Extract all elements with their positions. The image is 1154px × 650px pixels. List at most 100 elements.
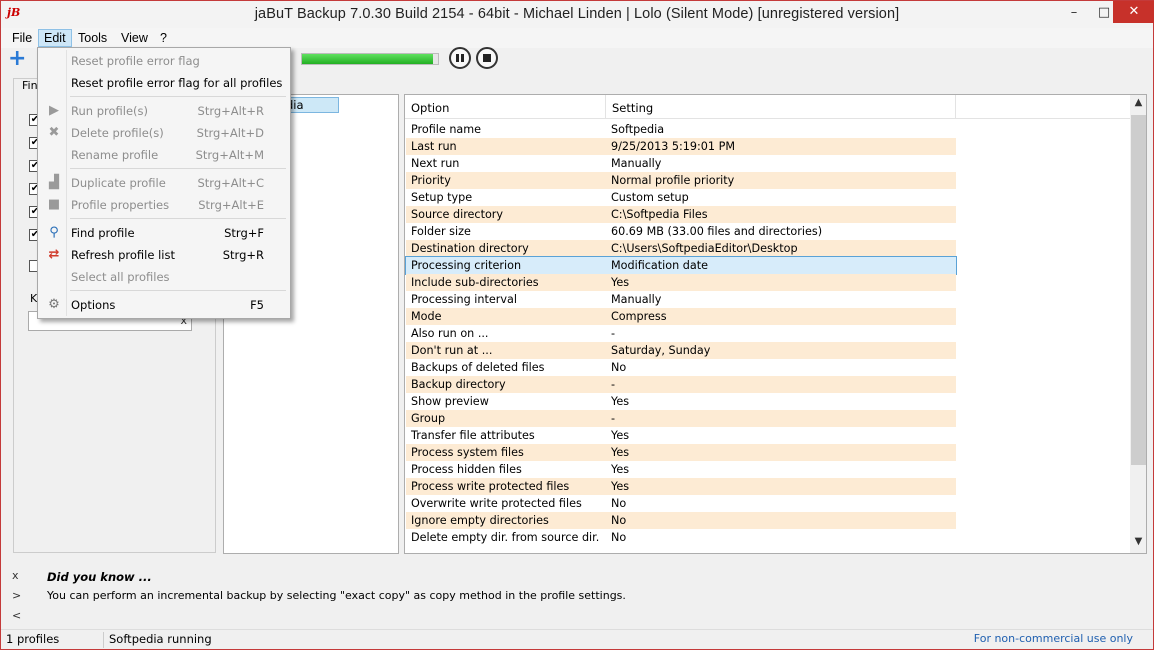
table-row[interactable]: Setup type Custom setup <box>406 189 956 206</box>
tip-title: Did you know ... <box>47 570 152 584</box>
menu-item-shortcut: Strg+Alt+R <box>197 104 264 118</box>
scrollbar-thumb[interactable] <box>1131 115 1146 465</box>
menu-item-label: Select all profiles <box>71 270 170 284</box>
table-row[interactable]: Show preview Yes <box>406 393 956 410</box>
table-row[interactable]: Mode Compress <box>406 308 956 325</box>
previous-tip-button[interactable]: < <box>12 609 21 622</box>
menu-item-shortcut: Strg+R <box>222 248 264 262</box>
column-header-option[interactable]: Option <box>405 95 606 119</box>
table-row[interactable]: Processing interval Manually <box>406 291 956 308</box>
settings-table: Option Setting Profile name Softpedia Last… <box>404 94 1147 554</box>
setting-cell: Yes <box>611 463 630 476</box>
tips-panel: x > < Did you know ... You can perform a… <box>1 563 1153 628</box>
option-cell: Overwrite write protected files <box>411 497 582 510</box>
menu-bar: File Edit Tools View ? <box>1 28 1153 48</box>
column-header-setting[interactable]: Setting <box>606 95 956 119</box>
setting-cell: Compress <box>611 310 667 323</box>
menu-item-shortcut: Strg+Alt+E <box>198 198 264 212</box>
close-tip-button[interactable]: x <box>12 569 19 582</box>
option-cell: Folder size <box>411 225 471 238</box>
menu-item-reset-error-flag-all[interactable]: Reset profile error flag for all profile… <box>40 72 288 94</box>
add-profile-icon[interactable]: + <box>8 48 26 70</box>
menu-file[interactable]: File <box>7 29 37 47</box>
table-row[interactable]: Next run Manually <box>406 155 956 172</box>
setting-cell: No <box>611 514 627 527</box>
table-row[interactable]: Also run on ... - <box>406 325 956 342</box>
menu-view[interactable]: View <box>116 29 153 47</box>
menu-item-rename-profile[interactable]: Rename profile Strg+Alt+M <box>40 144 288 166</box>
tip-text: You can perform an incremental backup by… <box>47 589 626 602</box>
stop-button[interactable] <box>476 47 498 69</box>
setting-cell: Yes <box>611 480 630 493</box>
magnifier-icon: ⚲ <box>49 225 59 240</box>
option-cell: Backups of deleted files <box>411 361 545 374</box>
option-cell: Last run <box>411 140 457 153</box>
setting-cell: Modification date <box>611 259 708 272</box>
status-running: Softpedia running <box>109 632 212 646</box>
menu-help[interactable]: ? <box>155 29 172 47</box>
delete-icon: ✖ <box>48 125 60 140</box>
table-row[interactable]: Delete empty dir. from source dir. No <box>406 529 956 546</box>
menu-item-label: Refresh profile list <box>71 248 175 262</box>
title-bar[interactable]: jB jaBuT Backup 7.0.30 Build 2154 - 64bi… <box>1 1 1154 28</box>
table-row[interactable]: Group - <box>406 410 956 427</box>
setting-cell: Custom setup <box>611 191 689 204</box>
menu-item-duplicate-profile[interactable]: ▟ Duplicate profile Strg+Alt+C <box>40 172 288 194</box>
menu-item-label: Rename profile <box>71 148 159 162</box>
setting-cell: No <box>611 361 627 374</box>
menu-item-label: Reset profile error flag for all profile… <box>71 76 283 90</box>
minimize-button[interactable]: – <box>1059 1 1089 25</box>
menu-item-options[interactable]: ⚙ Options F5 <box>40 294 288 316</box>
menu-item-delete-profiles[interactable]: ✖ Delete profile(s) Strg+Alt+D <box>40 122 288 144</box>
table-row[interactable]: Process write protected files Yes <box>406 478 956 495</box>
menu-tools[interactable]: Tools <box>73 29 112 47</box>
menu-item-label: Profile properties <box>71 198 170 212</box>
table-row[interactable]: Processing criterion Modification date <box>405 256 957 275</box>
menu-item-shortcut: Strg+Alt+M <box>195 148 264 162</box>
setting-cell: Yes <box>611 429 630 442</box>
next-tip-button[interactable]: > <box>12 589 21 602</box>
option-cell: Profile name <box>411 123 482 136</box>
close-button[interactable]: ✕ <box>1113 1 1154 23</box>
option-cell: Also run on ... <box>411 327 489 340</box>
table-row[interactable]: Backups of deleted files No <box>406 359 956 376</box>
menu-item-select-all-profiles[interactable]: Select all profiles <box>40 266 288 288</box>
scroll-down-icon[interactable]: ▼ <box>1130 536 1146 550</box>
menu-item-shortcut: Strg+F <box>224 226 264 240</box>
table-row[interactable]: Last run 9/25/2013 5:19:01 PM <box>406 138 956 155</box>
settings-rows: Profile name Softpedia Last run 9/25/2013 5… <box>405 121 957 546</box>
table-row[interactable]: Include sub-directories Yes <box>406 274 956 291</box>
license-link[interactable]: For non-commercial use only <box>974 632 1133 645</box>
menu-item-profile-properties[interactable]: ■ Profile properties Strg+Alt+E <box>40 194 288 216</box>
table-row[interactable]: Process hidden files Yes <box>406 461 956 478</box>
table-row[interactable]: Profile name Softpedia <box>406 121 956 138</box>
option-cell: Next run <box>411 157 460 170</box>
table-row[interactable]: Backup directory - <box>406 376 956 393</box>
table-row[interactable]: Don't run at ... Saturday, Sunday <box>406 342 956 359</box>
table-row[interactable]: Priority Normal profile priority <box>406 172 956 189</box>
option-cell: Processing interval <box>411 293 517 306</box>
menu-item-refresh-profile-list[interactable]: ⇄ Refresh profile list Strg+R <box>40 244 288 266</box>
gear-icon: ⚙ <box>48 297 60 312</box>
table-row[interactable]: Ignore empty directories No <box>406 512 956 529</box>
setting-cell: 60.69 MB (33.00 files and directories) <box>611 225 823 238</box>
menu-separator <box>70 96 286 97</box>
option-cell: Backup directory <box>411 378 506 391</box>
menu-separator <box>70 290 286 291</box>
table-row[interactable]: Overwrite write protected files No <box>406 495 956 512</box>
scroll-up-icon[interactable]: ▲ <box>1130 97 1146 111</box>
menu-item-find-profile[interactable]: ⚲ Find profile Strg+F <box>40 222 288 244</box>
table-row[interactable]: Destination directory C:\Users\SoftpediaE… <box>406 240 956 257</box>
table-row[interactable]: Source directory C:\Softpedia Files <box>406 206 956 223</box>
menu-item-run-profiles[interactable]: ▶ Run profile(s) Strg+Alt+R <box>40 100 288 122</box>
pause-button[interactable] <box>449 47 471 69</box>
table-row[interactable]: Process system files Yes <box>406 444 956 461</box>
option-cell: Process system files <box>411 446 524 459</box>
menu-item-reset-error-flag[interactable]: Reset profile error flag <box>40 50 288 72</box>
table-row[interactable]: Transfer file attributes Yes <box>406 427 956 444</box>
vertical-scrollbar[interactable]: ▲ ▼ <box>1130 95 1146 553</box>
menu-edit[interactable]: Edit <box>38 29 72 47</box>
option-cell: Don't run at ... <box>411 344 493 357</box>
table-row[interactable]: Folder size 60.69 MB (33.00 files and dir… <box>406 223 956 240</box>
setting-cell: Yes <box>611 395 630 408</box>
